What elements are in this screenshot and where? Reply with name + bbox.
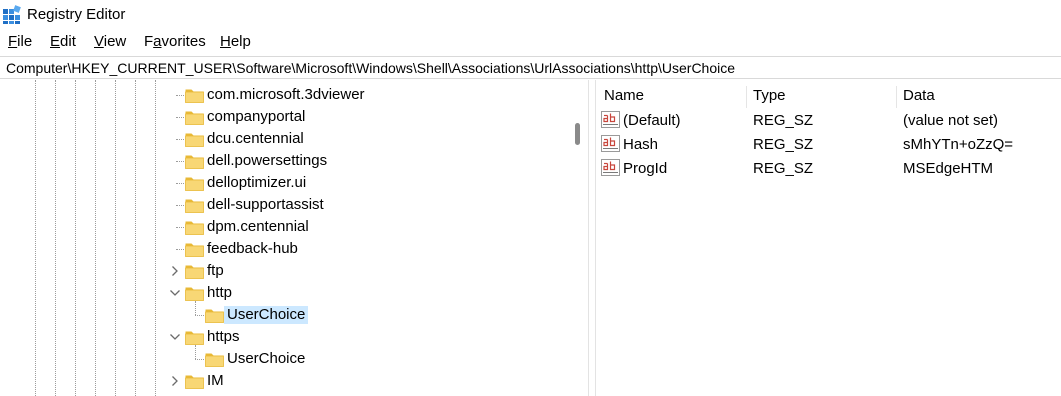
tree-connector — [176, 183, 184, 184]
tree-node-label[interactable]: UserChoice — [224, 306, 309, 324]
pane-splitter[interactable] — [588, 80, 596, 396]
tree-node[interactable]: dcu.centennial — [0, 128, 568, 150]
tree-node-label[interactable]: com.microsoft.3dviewer — [204, 86, 368, 104]
tree-node[interactable]: https — [0, 326, 568, 348]
menu-bar: File Edit View Favorites Help — [0, 31, 1061, 53]
registry-editor-icon — [3, 5, 21, 24]
column-header-name[interactable]: Name — [604, 87, 644, 104]
window-title: Registry Editor — [27, 6, 126, 23]
column-divider[interactable] — [896, 86, 897, 108]
menu-view[interactable]: View — [94, 33, 126, 50]
tree-connector — [195, 345, 196, 359]
tree-node-label[interactable]: http — [204, 284, 235, 302]
folder-icon — [185, 373, 204, 389]
tree-connector — [195, 315, 204, 316]
tree-connector — [176, 95, 184, 96]
chevron-right-icon[interactable] — [168, 374, 182, 388]
folder-icon — [205, 351, 224, 367]
tree-node[interactable]: http — [0, 282, 568, 304]
folder-icon — [185, 219, 204, 235]
tree-connector — [195, 301, 196, 315]
tree-scrollbar-thumb[interactable] — [575, 123, 580, 145]
value-row[interactable]: ProgId REG_SZ MSEdgeHTM — [596, 156, 1061, 180]
column-header-data[interactable]: Data — [903, 87, 935, 104]
tree-node[interactable]: feedback-hub — [0, 238, 568, 260]
tree-node[interactable]: UserChoice — [0, 345, 568, 370]
value-type: REG_SZ — [753, 136, 814, 153]
tree-node[interactable]: dpm.centennial — [0, 216, 568, 238]
menu-edit[interactable]: Edit — [50, 33, 76, 50]
tree-node[interactable]: dell-supportassist — [0, 194, 568, 216]
folder-icon — [205, 307, 224, 323]
tree-node-label[interactable]: dpm.centennial — [204, 218, 312, 236]
tree-connector — [176, 205, 184, 206]
value-data: sMhYTn+oZzQ= — [903, 136, 1014, 153]
menu-file[interactable]: File — [8, 33, 32, 50]
value-name: (Default) — [623, 112, 681, 129]
value-name: ProgId — [623, 160, 668, 177]
column-header-type[interactable]: Type — [753, 87, 786, 104]
chevron-down-icon[interactable] — [168, 330, 182, 344]
values-list[interactable]: Name Type Data (Default) REG_SZ (value not… — [596, 80, 1061, 396]
tree-node[interactable]: ftp — [0, 260, 568, 282]
title-bar: Registry Editor — [0, 0, 1061, 30]
tree-node[interactable]: companyportal — [0, 106, 568, 128]
address-path[interactable]: Computer\HKEY_CURRENT_USER\Software\Micr… — [6, 60, 735, 76]
tree-node[interactable]: dell.powersettings — [0, 150, 568, 172]
string-value-icon — [601, 135, 620, 152]
menu-favorites[interactable]: Favorites — [144, 33, 206, 50]
list-header: Name Type Data — [596, 84, 1061, 108]
chevron-down-icon[interactable] — [168, 286, 182, 300]
tree-connector — [176, 227, 184, 228]
folder-icon — [185, 87, 204, 103]
tree-node-label[interactable]: companyportal — [204, 108, 308, 126]
tree-connector — [195, 359, 204, 360]
value-type: REG_SZ — [753, 112, 814, 129]
folder-icon — [185, 285, 204, 301]
value-name: Hash — [623, 136, 659, 153]
chevron-right-icon[interactable] — [168, 264, 182, 278]
value-row[interactable]: (Default) REG_SZ (value not set) — [596, 108, 1061, 132]
value-data: MSEdgeHTM — [903, 160, 994, 177]
value-type: REG_SZ — [753, 160, 814, 177]
folder-icon — [185, 153, 204, 169]
folder-icon — [185, 175, 204, 191]
tree-node-label[interactable]: ftp — [204, 262, 227, 280]
string-value-icon — [601, 159, 620, 176]
tree-node-label[interactable]: feedback-hub — [204, 240, 301, 258]
value-row[interactable]: Hash REG_SZ sMhYTn+oZzQ= — [596, 132, 1061, 156]
tree-node-label[interactable]: UserChoice — [224, 350, 308, 368]
tree-connector — [176, 117, 184, 118]
column-divider[interactable] — [746, 86, 747, 108]
folder-icon — [185, 329, 204, 345]
tree-connector — [176, 139, 184, 140]
folder-icon — [185, 109, 204, 125]
tree-node-label[interactable]: IM — [204, 372, 227, 390]
tree-node-label[interactable]: dell-supportassist — [204, 196, 327, 214]
address-bar[interactable]: Computer\HKEY_CURRENT_USER\Software\Micr… — [0, 56, 1061, 79]
tree-node[interactable]: IM — [0, 370, 568, 392]
tree-connector — [176, 249, 184, 250]
tree-connector — [176, 161, 184, 162]
string-value-icon — [601, 111, 620, 128]
tree-node-label[interactable]: dcu.centennial — [204, 130, 307, 148]
folder-icon — [185, 131, 204, 147]
folder-icon — [185, 197, 204, 213]
tree-node-label[interactable]: dell.powersettings — [204, 152, 330, 170]
tree-node-label[interactable]: https — [204, 328, 243, 346]
tree-node-label[interactable]: delloptimizer.ui — [204, 174, 309, 192]
tree-scrollbar[interactable] — [568, 80, 588, 396]
folder-icon — [185, 263, 204, 279]
key-tree[interactable]: com.microsoft.3dviewer companyportal dcu.c… — [0, 80, 588, 396]
value-data: (value not set) — [903, 112, 999, 129]
tree-node[interactable]: delloptimizer.ui — [0, 172, 568, 194]
tree-node[interactable]: com.microsoft.3dviewer — [0, 84, 568, 106]
menu-help[interactable]: Help — [220, 33, 251, 50]
folder-icon — [185, 241, 204, 257]
tree-node[interactable]: UserChoice — [0, 301, 568, 326]
